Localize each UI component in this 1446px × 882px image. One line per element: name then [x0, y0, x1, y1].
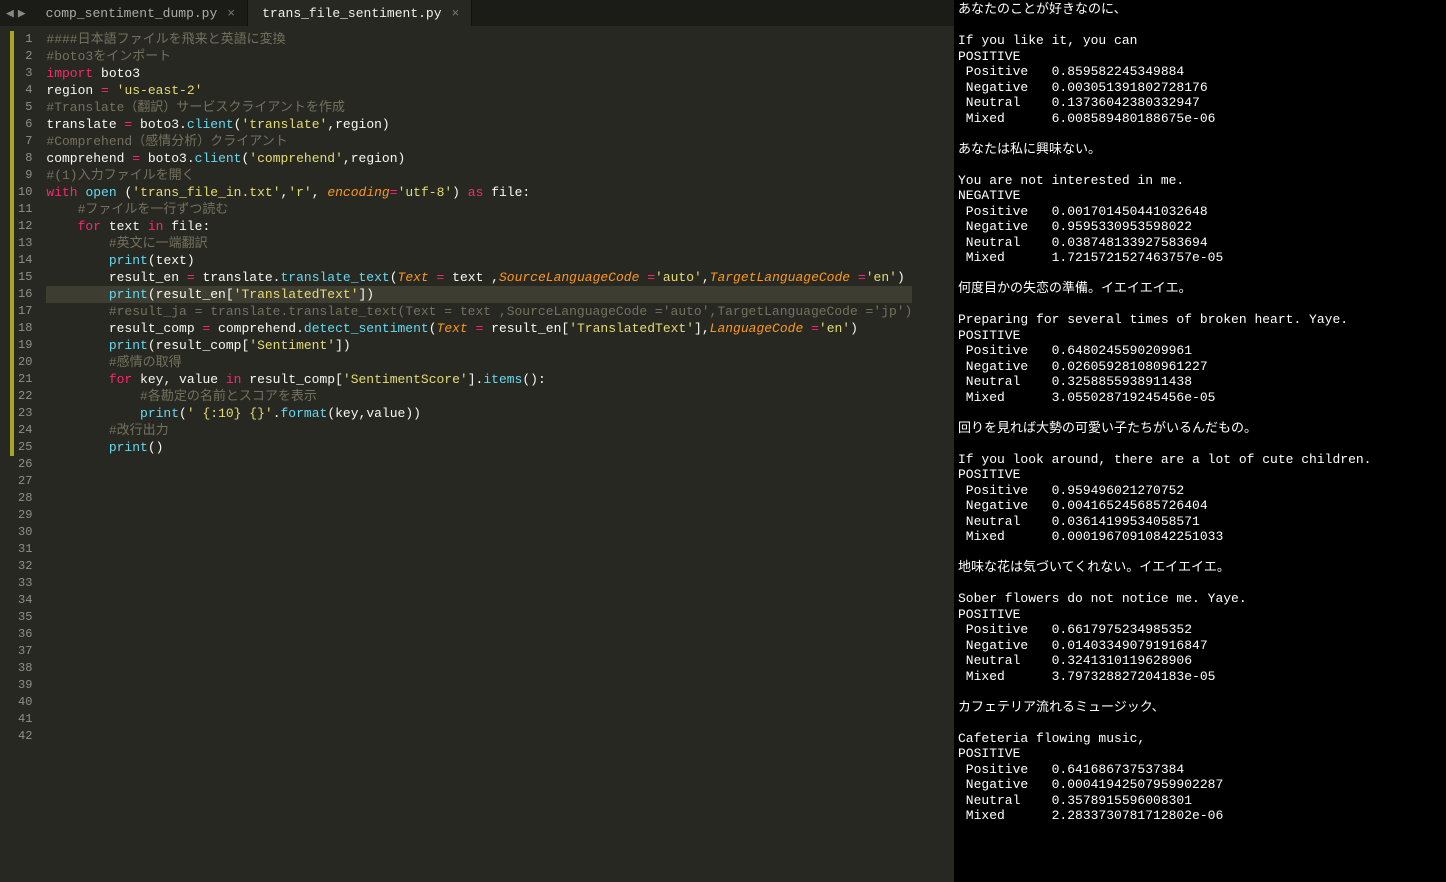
code-area[interactable]: ####日本語ファイルを飛来と英語に変換#boto3をインポートimport b… — [46, 26, 912, 882]
tab-trans_file_sentiment-py[interactable]: trans_file_sentiment.py × — [248, 0, 472, 26]
terminal-output[interactable]: あなたのことが好きなのに、 If you like it, you can PO… — [954, 0, 1446, 882]
close-icon[interactable]: × — [452, 6, 460, 21]
tab-nav: ◀ ▶ — [0, 6, 32, 21]
tab-history-forward-icon[interactable]: ▶ — [18, 6, 26, 21]
tab-comp_sentiment_dump-py[interactable]: comp_sentiment_dump.py × — [32, 0, 248, 26]
tab-label: comp_sentiment_dump.py — [46, 6, 218, 21]
line-number-gutter: 1 2 3 4 5 6 7 8 9 10 11 12 13 14 15 16 1… — [0, 26, 46, 882]
tab-label: trans_file_sentiment.py — [262, 6, 441, 21]
close-icon[interactable]: × — [227, 6, 235, 21]
editor[interactable]: 1 2 3 4 5 6 7 8 9 10 11 12 13 14 15 16 1… — [0, 26, 954, 882]
tab-history-back-icon[interactable]: ◀ — [6, 6, 14, 21]
tab-bar: ◀ ▶ comp_sentiment_dump.py×trans_file_se… — [0, 0, 954, 26]
